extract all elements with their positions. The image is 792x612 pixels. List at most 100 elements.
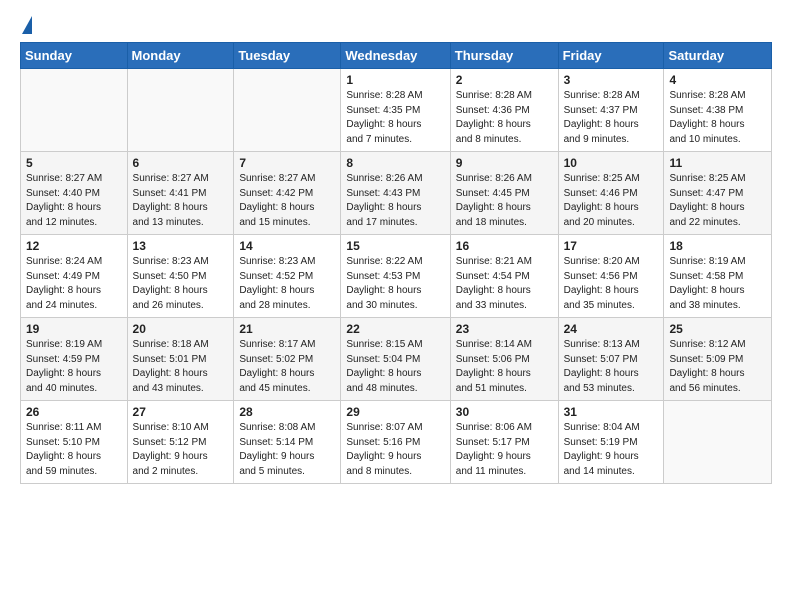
day-number: 4 — [669, 73, 766, 87]
day-info: Sunrise: 8:12 AM Sunset: 5:09 PM Dayligh… — [669, 338, 766, 396]
logo-triangle-icon — [22, 16, 32, 34]
calendar-cell: 19 Sunrise: 8:19 AM Sunset: 4:59 PM Dayli… — [21, 318, 128, 401]
header — [20, 16, 772, 34]
page: SundayMondayTuesdayWednesdayThursdayFrid… — [0, 0, 792, 612]
day-info: Sunrise: 8:27 AM Sunset: 4:41 PM Dayligh… — [133, 172, 229, 230]
day-info: Sunrise: 8:11 AM Sunset: 5:10 PM Dayligh… — [26, 421, 122, 479]
day-info: Sunrise: 8:23 AM Sunset: 4:52 PM Dayligh… — [239, 255, 335, 313]
day-number: 13 — [133, 239, 229, 253]
calendar-cell — [21, 69, 128, 152]
calendar-week-row: 26 Sunrise: 8:11 AM Sunset: 5:10 PM Dayli… — [21, 401, 772, 484]
calendar-cell: 21Sunrise: 8:17 AM Sunset: 5:02 PM Dayli… — [234, 318, 341, 401]
weekday-header-thursday: Thursday — [450, 43, 558, 69]
day-info: Sunrise: 8:25 AM Sunset: 4:47 PM Dayligh… — [669, 172, 766, 230]
calendar-cell: 29 Sunrise: 8:07 AM Sunset: 5:16 PM Dayli… — [341, 401, 450, 484]
weekday-header-row: SundayMondayTuesdayWednesdayThursdayFrid… — [21, 43, 772, 69]
day-info: Sunrise: 8:26 AM Sunset: 4:45 PM Dayligh… — [456, 172, 553, 230]
day-number: 14 — [239, 239, 335, 253]
day-info: Sunrise: 8:14 AM Sunset: 5:06 PM Dayligh… — [456, 338, 553, 396]
weekday-header-monday: Monday — [127, 43, 234, 69]
day-info: Sunrise: 8:17 AM Sunset: 5:02 PM Dayligh… — [239, 338, 335, 396]
calendar-cell: 25 Sunrise: 8:12 AM Sunset: 5:09 PM Dayli… — [664, 318, 772, 401]
calendar-cell: 7 Sunrise: 8:27 AM Sunset: 4:42 PM Daylig… — [234, 152, 341, 235]
day-info: Sunrise: 8:06 AM Sunset: 5:17 PM Dayligh… — [456, 421, 553, 479]
calendar-cell: 14 Sunrise: 8:23 AM Sunset: 4:52 PM Dayli… — [234, 235, 341, 318]
day-number: 15 — [346, 239, 444, 253]
day-info: Sunrise: 8:22 AM Sunset: 4:53 PM Dayligh… — [346, 255, 444, 313]
day-number: 5 — [26, 156, 122, 170]
day-info: Sunrise: 8:28 AM Sunset: 4:36 PM Dayligh… — [456, 89, 553, 147]
day-info: Sunrise: 8:27 AM Sunset: 4:42 PM Dayligh… — [239, 172, 335, 230]
calendar-cell — [127, 69, 234, 152]
calendar-cell: 6Sunrise: 8:27 AM Sunset: 4:41 PM Daylig… — [127, 152, 234, 235]
calendar-cell: 28Sunrise: 8:08 AM Sunset: 5:14 PM Dayli… — [234, 401, 341, 484]
calendar-cell — [234, 69, 341, 152]
calendar-cell — [664, 401, 772, 484]
day-info: Sunrise: 8:10 AM Sunset: 5:12 PM Dayligh… — [133, 421, 229, 479]
day-number: 18 — [669, 239, 766, 253]
day-number: 31 — [564, 405, 659, 419]
day-number: 7 — [239, 156, 335, 170]
day-number: 16 — [456, 239, 553, 253]
calendar-week-row: 5 Sunrise: 8:27 AM Sunset: 4:40 PM Daylig… — [21, 152, 772, 235]
day-info: Sunrise: 8:08 AM Sunset: 5:14 PM Dayligh… — [239, 421, 335, 479]
calendar-cell: 27 Sunrise: 8:10 AM Sunset: 5:12 PM Dayli… — [127, 401, 234, 484]
calendar-cell: 16Sunrise: 8:21 AM Sunset: 4:54 PM Dayli… — [450, 235, 558, 318]
day-number: 12 — [26, 239, 122, 253]
calendar-cell: 9 Sunrise: 8:26 AM Sunset: 4:45 PM Daylig… — [450, 152, 558, 235]
day-info: Sunrise: 8:07 AM Sunset: 5:16 PM Dayligh… — [346, 421, 444, 479]
day-info: Sunrise: 8:28 AM Sunset: 4:35 PM Dayligh… — [346, 89, 444, 147]
day-number: 8 — [346, 156, 444, 170]
day-info: Sunrise: 8:04 AM Sunset: 5:19 PM Dayligh… — [564, 421, 659, 479]
calendar-table: SundayMondayTuesdayWednesdayThursdayFrid… — [20, 42, 772, 484]
calendar-cell: 17 Sunrise: 8:20 AM Sunset: 4:56 PM Dayli… — [558, 235, 664, 318]
calendar-cell: 2 Sunrise: 8:28 AM Sunset: 4:36 PM Daylig… — [450, 69, 558, 152]
day-number: 10 — [564, 156, 659, 170]
day-info: Sunrise: 8:26 AM Sunset: 4:43 PM Dayligh… — [346, 172, 444, 230]
calendar-cell: 31 Sunrise: 8:04 AM Sunset: 5:19 PM Dayli… — [558, 401, 664, 484]
calendar-cell: 23 Sunrise: 8:14 AM Sunset: 5:06 PM Dayli… — [450, 318, 558, 401]
weekday-header-saturday: Saturday — [664, 43, 772, 69]
weekday-header-tuesday: Tuesday — [234, 43, 341, 69]
day-number: 30 — [456, 405, 553, 419]
day-number: 1 — [346, 73, 444, 87]
day-info: Sunrise: 8:23 AM Sunset: 4:50 PM Dayligh… — [133, 255, 229, 313]
day-info: Sunrise: 8:13 AM Sunset: 5:07 PM Dayligh… — [564, 338, 659, 396]
day-number: 23 — [456, 322, 553, 336]
day-info: Sunrise: 8:20 AM Sunset: 4:56 PM Dayligh… — [564, 255, 659, 313]
day-info: Sunrise: 8:28 AM Sunset: 4:38 PM Dayligh… — [669, 89, 766, 147]
day-number: 22 — [346, 322, 444, 336]
calendar-cell: 18 Sunrise: 8:19 AM Sunset: 4:58 PM Dayli… — [664, 235, 772, 318]
calendar-cell: 26 Sunrise: 8:11 AM Sunset: 5:10 PM Dayli… — [21, 401, 128, 484]
day-number: 3 — [564, 73, 659, 87]
calendar-cell: 22Sunrise: 8:15 AM Sunset: 5:04 PM Dayli… — [341, 318, 450, 401]
day-number: 27 — [133, 405, 229, 419]
calendar-cell: 11 Sunrise: 8:25 AM Sunset: 4:47 PM Dayli… — [664, 152, 772, 235]
day-number: 2 — [456, 73, 553, 87]
calendar-cell: 1 Sunrise: 8:28 AM Sunset: 4:35 PM Daylig… — [341, 69, 450, 152]
day-number: 25 — [669, 322, 766, 336]
day-number: 9 — [456, 156, 553, 170]
weekday-header-friday: Friday — [558, 43, 664, 69]
calendar-cell: 10 Sunrise: 8:25 AM Sunset: 4:46 PM Dayli… — [558, 152, 664, 235]
calendar-cell: 13 Sunrise: 8:23 AM Sunset: 4:50 PM Dayli… — [127, 235, 234, 318]
calendar-cell: 12Sunrise: 8:24 AM Sunset: 4:49 PM Dayli… — [21, 235, 128, 318]
weekday-header-wednesday: Wednesday — [341, 43, 450, 69]
day-info: Sunrise: 8:19 AM Sunset: 4:58 PM Dayligh… — [669, 255, 766, 313]
day-info: Sunrise: 8:25 AM Sunset: 4:46 PM Dayligh… — [564, 172, 659, 230]
day-number: 11 — [669, 156, 766, 170]
day-number: 24 — [564, 322, 659, 336]
calendar-cell: 8 Sunrise: 8:26 AM Sunset: 4:43 PM Daylig… — [341, 152, 450, 235]
calendar-cell: 30 Sunrise: 8:06 AM Sunset: 5:17 PM Dayli… — [450, 401, 558, 484]
day-number: 26 — [26, 405, 122, 419]
day-info: Sunrise: 8:27 AM Sunset: 4:40 PM Dayligh… — [26, 172, 122, 230]
day-number: 17 — [564, 239, 659, 253]
weekday-header-sunday: Sunday — [21, 43, 128, 69]
calendar-cell: 3Sunrise: 8:28 AM Sunset: 4:37 PM Daylig… — [558, 69, 664, 152]
day-number: 29 — [346, 405, 444, 419]
calendar-cell: 15 Sunrise: 8:22 AM Sunset: 4:53 PM Dayli… — [341, 235, 450, 318]
calendar-cell: 24 Sunrise: 8:13 AM Sunset: 5:07 PM Dayli… — [558, 318, 664, 401]
day-number: 19 — [26, 322, 122, 336]
day-info: Sunrise: 8:18 AM Sunset: 5:01 PM Dayligh… — [133, 338, 229, 396]
day-info: Sunrise: 8:19 AM Sunset: 4:59 PM Dayligh… — [26, 338, 122, 396]
